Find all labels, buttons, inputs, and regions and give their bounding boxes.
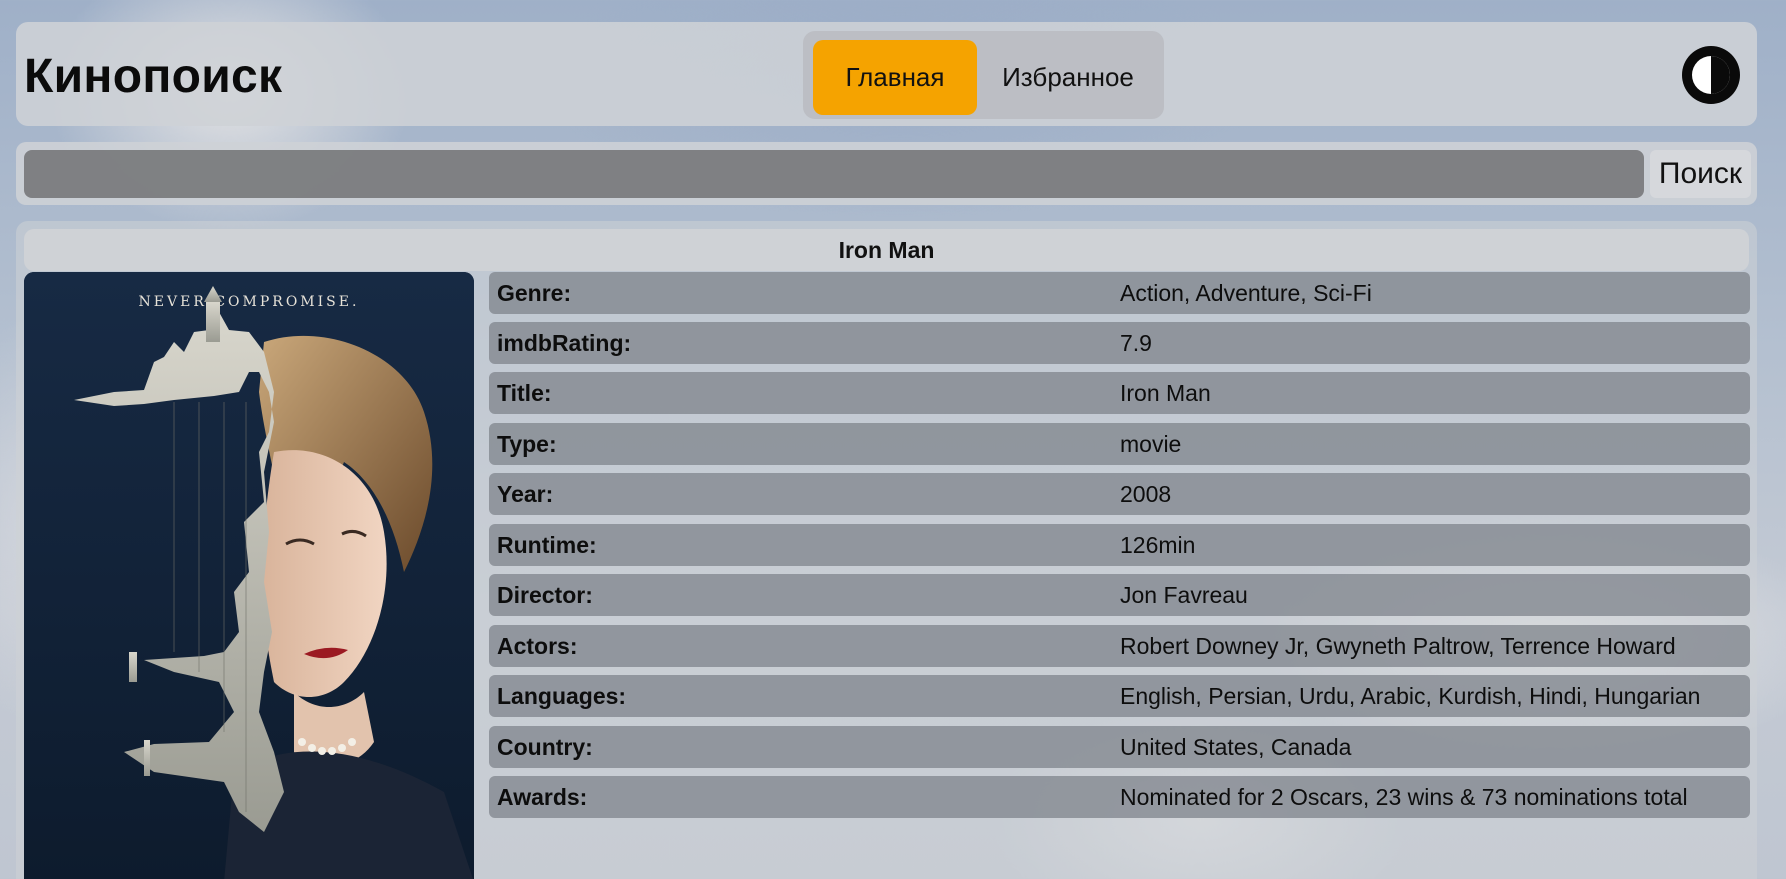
detail-value: Robert Downey Jr, Gwyneth Paltrow, Terre… bbox=[1120, 633, 1676, 659]
detail-value: movie bbox=[1120, 431, 1182, 457]
poster-tagline: NEVER COMPROMISE. bbox=[139, 294, 360, 310]
detail-label: Runtime: bbox=[497, 532, 597, 558]
search-button[interactable]: Поиск bbox=[1650, 150, 1751, 198]
nav-home-button[interactable]: Главная bbox=[813, 40, 977, 115]
detail-row-year: Year: 2008 bbox=[489, 473, 1750, 515]
movie-title: Iron Man bbox=[24, 229, 1749, 271]
detail-row-languages: Languages: English, Persian, Urdu, Arabi… bbox=[489, 675, 1750, 717]
nav-favorites-button[interactable]: Избранное bbox=[983, 40, 1153, 115]
detail-label: Director: bbox=[497, 582, 593, 608]
contrast-icon bbox=[1682, 46, 1740, 104]
app-logo[interactable]: Кинопоиск bbox=[24, 49, 282, 104]
detail-row-title: Title: Iron Man bbox=[489, 372, 1750, 414]
search-input[interactable] bbox=[24, 150, 1644, 198]
detail-value: 2008 bbox=[1120, 481, 1172, 507]
detail-value: Nominated for 2 Oscars, 23 wins & 73 nom… bbox=[1120, 784, 1688, 810]
detail-label: Genre: bbox=[497, 280, 572, 306]
movie-poster: NEVER COMPROMISE. bbox=[24, 272, 474, 879]
detail-label: Country: bbox=[497, 734, 593, 760]
theme-toggle-button[interactable] bbox=[1679, 43, 1743, 107]
detail-label: Year: bbox=[497, 481, 554, 507]
detail-row-genre: Genre: Action, Adventure, Sci-Fi bbox=[489, 272, 1750, 314]
detail-value: Iron Man bbox=[1120, 380, 1211, 406]
detail-row-runtime: Runtime: 126min bbox=[489, 524, 1750, 566]
detail-row-type: Type: movie bbox=[489, 423, 1750, 465]
detail-label: Awards: bbox=[497, 784, 588, 810]
search-bar: Поиск bbox=[16, 142, 1757, 205]
detail-value: Jon Favreau bbox=[1120, 582, 1248, 608]
detail-row-imdb-rating: imdbRating: 7.9 bbox=[489, 322, 1750, 364]
detail-label: Actors: bbox=[497, 633, 578, 659]
movie-card: Iron Man NEVER COMPROMISE. Genre: Action… bbox=[16, 221, 1757, 879]
detail-row-awards: Awards: Nominated for 2 Oscars, 23 wins … bbox=[489, 776, 1750, 818]
nav-tabs: Главная Избранное bbox=[803, 31, 1164, 119]
header: Кинопоиск Главная Избранное bbox=[16, 22, 1757, 126]
detail-label: Type: bbox=[497, 431, 557, 457]
poster-image: NEVER COMPROMISE. bbox=[24, 272, 474, 879]
detail-row-actors: Actors: Robert Downey Jr, Gwyneth Paltro… bbox=[489, 625, 1750, 667]
detail-value: 7.9 bbox=[1120, 330, 1152, 356]
detail-label: Title: bbox=[497, 380, 552, 406]
detail-row-country: Country: United States, Canada bbox=[489, 726, 1750, 768]
detail-value: English, Persian, Urdu, Arabic, Kurdish,… bbox=[1120, 683, 1701, 709]
detail-label: Languages: bbox=[497, 683, 627, 709]
detail-value: United States, Canada bbox=[1120, 734, 1352, 760]
detail-value: 126min bbox=[1120, 532, 1196, 558]
detail-value: Action, Adventure, Sci-Fi bbox=[1120, 280, 1372, 306]
detail-row-director: Director: Jon Favreau bbox=[489, 574, 1750, 616]
detail-label: imdbRating: bbox=[497, 330, 632, 356]
